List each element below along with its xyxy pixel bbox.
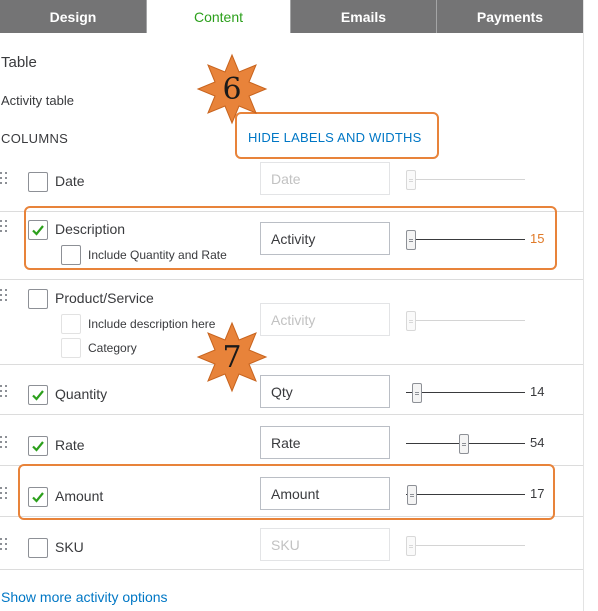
category-checkbox[interactable] <box>61 338 81 358</box>
rate-width-value: 54 <box>530 435 545 450</box>
date-checkbox[interactable] <box>28 172 48 192</box>
checkmark-icon <box>32 390 44 401</box>
sku-checkbox[interactable] <box>28 538 48 558</box>
sku-label: SKU <box>55 539 84 555</box>
category-label: Category <box>88 341 137 355</box>
callout-7-starburst: 7 <box>195 320 269 394</box>
date-width-slider[interactable] <box>406 179 525 180</box>
row-divider <box>0 569 583 570</box>
rate-checkbox[interactable] <box>28 436 48 456</box>
row-divider <box>0 414 583 415</box>
product-service-width-slider[interactable] <box>406 320 525 321</box>
sku-width-slider[interactable] <box>406 545 525 546</box>
drag-handle-icon[interactable] <box>0 487 12 501</box>
product-service-slider-thumb[interactable] <box>406 311 416 331</box>
sku-slider-thumb[interactable] <box>406 536 416 556</box>
drag-handle-icon[interactable] <box>0 172 12 186</box>
callout-6-starburst: 6 <box>195 52 269 126</box>
include-description-checkbox[interactable] <box>61 314 81 334</box>
date-label-input[interactable]: Date <box>260 162 390 195</box>
quantity-label-input[interactable]: Qty <box>260 375 390 408</box>
checkmark-icon <box>32 441 44 452</box>
callout-6-number: 6 <box>222 71 242 107</box>
drag-handle-icon[interactable] <box>0 220 12 234</box>
quantity-width-value: 14 <box>530 384 545 399</box>
tab-bar: Design Content Emails Payments <box>0 0 583 33</box>
quantity-checkbox[interactable] <box>28 385 48 405</box>
drag-handle-icon[interactable] <box>0 538 12 552</box>
rate-label-input[interactable]: Rate <box>260 426 390 459</box>
section-subtitle: Activity table <box>1 93 74 108</box>
columns-label: COLUMNS <box>1 131 69 146</box>
date-slider-thumb[interactable] <box>406 170 416 190</box>
tab-payments[interactable]: Payments <box>437 0 583 33</box>
amount-row-highlight <box>18 464 555 520</box>
panel-edge <box>583 0 584 611</box>
rate-slider-thumb[interactable] <box>459 434 469 454</box>
product-service-checkbox[interactable] <box>28 289 48 309</box>
drag-handle-icon[interactable] <box>0 289 12 303</box>
show-more-activity-options-link[interactable]: Show more activity options <box>1 589 168 605</box>
section-title: Table <box>1 54 37 71</box>
row-divider <box>0 279 583 280</box>
quantity-slider-thumb[interactable] <box>412 383 422 403</box>
callout-7-number: 7 <box>222 339 242 375</box>
description-row-highlight <box>24 206 557 270</box>
product-service-label: Product/Service <box>55 290 154 306</box>
drag-handle-icon[interactable] <box>0 385 12 399</box>
tab-emails[interactable]: Emails <box>291 0 437 33</box>
row-divider <box>0 364 583 365</box>
sku-label-input[interactable]: SKU <box>260 528 390 561</box>
rate-label: Rate <box>55 437 85 453</box>
tab-content[interactable]: Content <box>147 0 291 33</box>
quantity-width-slider[interactable] <box>406 392 525 393</box>
quantity-label: Quantity <box>55 386 108 402</box>
date-label: Date <box>55 173 85 189</box>
drag-handle-icon[interactable] <box>0 436 12 450</box>
tab-design[interactable]: Design <box>0 0 147 33</box>
product-service-label-input[interactable]: Activity <box>260 303 390 336</box>
